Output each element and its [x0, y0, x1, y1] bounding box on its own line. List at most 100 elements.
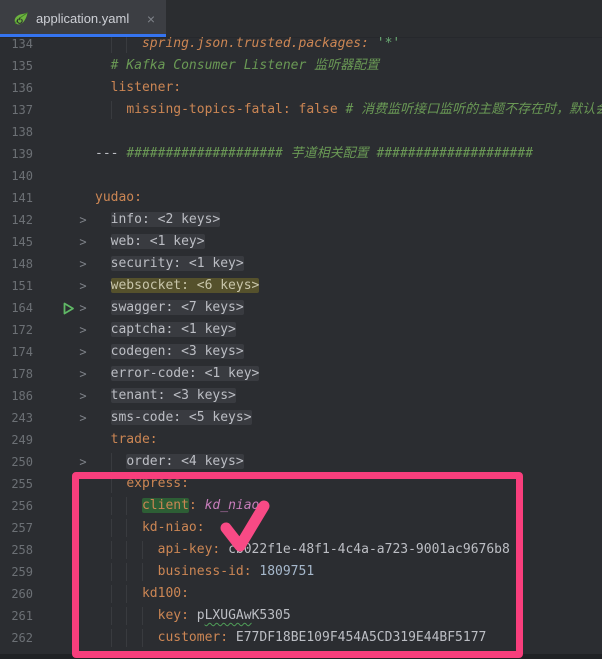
code-line[interactable]: 139--- #################### 芋道相关配置 #####…	[0, 143, 602, 165]
gutter: 178>	[0, 363, 90, 385]
line-number: 142	[0, 209, 33, 231]
fold-chevron-icon[interactable]: >	[78, 363, 88, 385]
line-number: 134	[0, 37, 33, 55]
gutter: 259	[0, 561, 90, 583]
code-text: express:	[90, 473, 602, 495]
code-line[interactable]: 148> security: <1 key>	[0, 253, 602, 275]
code-line[interactable]: 151> websocket: <6 keys>	[0, 275, 602, 297]
indent-guide	[111, 629, 112, 647]
code-line[interactable]: 261 key: pLXUGAwK5305	[0, 605, 602, 627]
fold-chevron-icon[interactable]: >	[78, 275, 88, 297]
code-line[interactable]: 174> codegen: <3 keys>	[0, 341, 602, 363]
fold-chevron-icon[interactable]: >	[78, 319, 88, 341]
indent-guide	[111, 519, 112, 537]
code-text: order: <4 keys>	[90, 451, 602, 473]
indent-guide	[111, 453, 112, 471]
code-line[interactable]: 186> tenant: <3 keys>	[0, 385, 602, 407]
code-line[interactable]: 142> info: <2 keys>	[0, 209, 602, 231]
fold-chevron-icon[interactable]: >	[78, 341, 88, 363]
code-line[interactable]: 243> sms-code: <5 keys>	[0, 407, 602, 429]
code-text: error-code: <1 key>	[90, 363, 602, 385]
line-number: 260	[0, 583, 33, 605]
line-number: 136	[0, 77, 33, 99]
code-line[interactable]: 259 business-id: 1809751	[0, 561, 602, 583]
code-text: --- #################### 芋道相关配置 ########…	[90, 143, 602, 165]
code-text: websocket: <6 keys>	[90, 275, 602, 297]
code-text: security: <1 key>	[90, 253, 602, 275]
gutter: 148>	[0, 253, 90, 275]
gutter: 151>	[0, 275, 90, 297]
line-number: 250	[0, 451, 33, 473]
line-number: 138	[0, 121, 33, 143]
code-line[interactable]: 256 client: kd_niao	[0, 495, 602, 517]
code-text: codegen: <3 keys>	[90, 341, 602, 363]
fold-chevron-icon[interactable]: >	[78, 407, 88, 429]
code-line[interactable]: 137 missing-topics-fatal: false # 消费监听接口…	[0, 99, 602, 121]
fold-chevron-icon[interactable]: >	[78, 231, 88, 253]
gutter: 250 >	[0, 451, 90, 473]
fold-chevron-icon[interactable]: >	[78, 451, 88, 473]
code-text: spring.json.trusted.packages: '*'	[90, 37, 602, 55]
gutter: 145>	[0, 231, 90, 253]
code-text	[90, 165, 602, 187]
gutter: 136	[0, 77, 90, 99]
code-line[interactable]: 262 customer: E77DF18BE109F454A5CD319E44…	[0, 627, 602, 649]
gutter: 256	[0, 495, 90, 517]
indent-guide	[142, 541, 143, 559]
indent-guide	[126, 607, 127, 625]
code-line[interactable]: 134 spring.json.trusted.packages: '*'	[0, 37, 602, 55]
code-line[interactable]: 178> error-code: <1 key>	[0, 363, 602, 385]
gutter: 255	[0, 473, 90, 495]
line-number: 135	[0, 55, 33, 77]
code-line[interactable]: 258 api-key: cb022f1e-48f1-4c4a-a723-900…	[0, 539, 602, 561]
code-line[interactable]: 141yudao:	[0, 187, 602, 209]
code-editor[interactable]: 134 spring.json.trusted.packages: '*'135…	[0, 37, 602, 659]
gutter: 172>	[0, 319, 90, 341]
line-number: 262	[0, 627, 33, 649]
code-line[interactable]: 249 trade:	[0, 429, 602, 451]
indent-guide	[111, 563, 112, 581]
fold-chevron-icon[interactable]: >	[78, 297, 88, 319]
tab-application-yaml[interactable]: application.yaml ×	[0, 0, 166, 37]
code-text: client: kd_niao	[90, 495, 602, 517]
line-number: 141	[0, 187, 33, 209]
fold-chevron-icon[interactable]: >	[78, 253, 88, 275]
code-line[interactable]: 257 kd-niao:	[0, 517, 602, 539]
indent-guide	[111, 497, 112, 515]
code-line[interactable]: 255 express:	[0, 473, 602, 495]
indent-guide	[111, 101, 112, 119]
close-icon[interactable]: ×	[144, 10, 158, 28]
line-number: 257	[0, 517, 33, 539]
line-number: 186	[0, 385, 33, 407]
code-line[interactable]: 145> web: <1 key>	[0, 231, 602, 253]
code-line[interactable]: 136 listener:	[0, 77, 602, 99]
indent-guide	[111, 607, 112, 625]
indent-guide	[126, 629, 127, 647]
gutter: 262	[0, 627, 90, 649]
code-text: api-key: cb022f1e-48f1-4c4a-a723-9001ac9…	[90, 539, 602, 561]
gutter: 174>	[0, 341, 90, 363]
code-line[interactable]: 250 > order: <4 keys>	[0, 451, 602, 473]
line-number: 258	[0, 539, 33, 561]
indent-guide	[126, 541, 127, 559]
run-icon[interactable]	[62, 302, 75, 315]
gutter: 257	[0, 517, 90, 539]
fold-chevron-icon[interactable]: >	[78, 385, 88, 407]
code-line[interactable]: 140	[0, 165, 602, 187]
gutter: 142 >	[0, 209, 90, 231]
code-line[interactable]: 172> captcha: <1 key>	[0, 319, 602, 341]
code-line[interactable]: 260 kd100:	[0, 583, 602, 605]
gutter: 138	[0, 121, 90, 143]
gutter: 186 >	[0, 385, 90, 407]
fold-chevron-icon[interactable]: >	[78, 209, 88, 231]
code-text: web: <1 key>	[90, 231, 602, 253]
tab-title: application.yaml	[36, 11, 129, 26]
code-line[interactable]: 135 # Kafka Consumer Listener 监听器配置	[0, 55, 602, 77]
code-line[interactable]: 164> swagger: <7 keys>	[0, 297, 602, 319]
gutter: 134	[0, 37, 90, 55]
line-number: 261	[0, 605, 33, 627]
gutter: 137	[0, 99, 90, 121]
line-number: 140	[0, 165, 33, 187]
code-rows: 134 spring.json.trusted.packages: '*'135…	[0, 37, 602, 659]
code-line[interactable]: 138	[0, 121, 602, 143]
